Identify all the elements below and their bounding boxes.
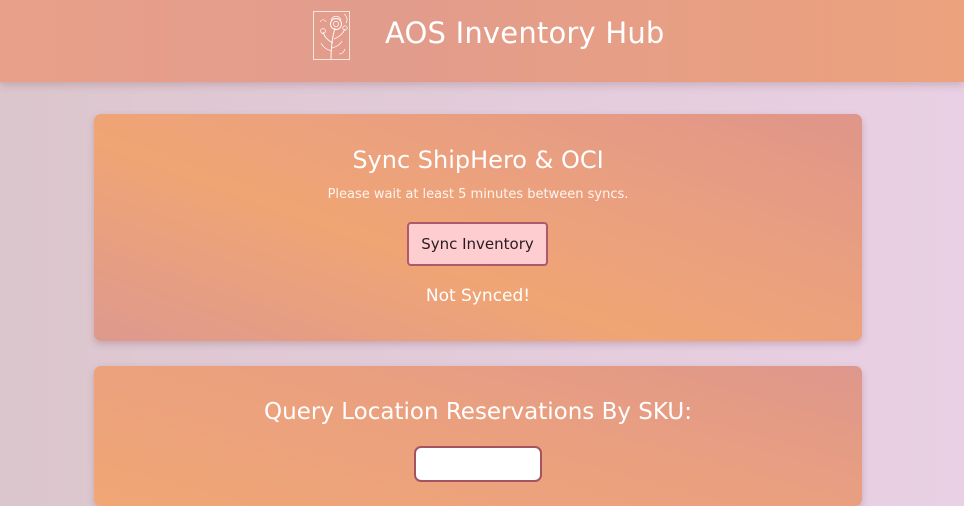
query-card: Query Location Reservations By SKU: bbox=[94, 366, 862, 506]
app-title: AOS Inventory Hub bbox=[385, 16, 665, 50]
query-card-title: Query Location Reservations By SKU: bbox=[264, 399, 692, 425]
sku-input[interactable] bbox=[414, 446, 542, 482]
sync-card-title: Sync ShipHero & OCI bbox=[352, 146, 604, 174]
app-header: AOS Inventory Hub bbox=[0, 0, 964, 82]
flower-logo-icon bbox=[313, 10, 353, 61]
sync-card: Sync ShipHero & OCI Please wait at least… bbox=[94, 114, 862, 341]
sync-wait-note: Please wait at least 5 minutes between s… bbox=[327, 187, 629, 202]
sync-inventory-button[interactable]: Sync Inventory bbox=[407, 222, 548, 266]
sync-status-text: Not Synced! bbox=[425, 286, 531, 306]
